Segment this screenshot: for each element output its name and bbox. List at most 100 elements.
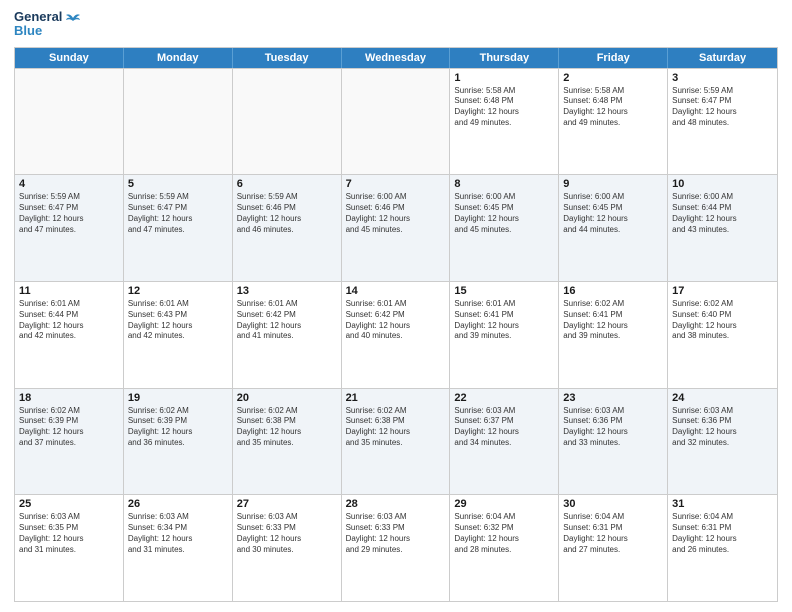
cell-info: Sunrise: 6:03 AM Sunset: 6:37 PM Dayligh… bbox=[454, 406, 554, 449]
day-number: 22 bbox=[454, 392, 554, 404]
cell-info: Sunrise: 6:00 AM Sunset: 6:45 PM Dayligh… bbox=[454, 192, 554, 235]
calendar-cell: 26 Sunrise: 6:03 AM Sunset: 6:34 PM Dayli… bbox=[124, 495, 233, 601]
cell-info: Sunrise: 5:59 AM Sunset: 6:47 PM Dayligh… bbox=[672, 86, 773, 129]
calendar-cell: 10 Sunrise: 6:00 AM Sunset: 6:44 PM Dayli… bbox=[668, 175, 777, 281]
page-header: General Blue bbox=[14, 10, 778, 39]
calendar-cell: 25 Sunrise: 6:03 AM Sunset: 6:35 PM Dayli… bbox=[15, 495, 124, 601]
calendar-cell: 9 Sunrise: 6:00 AM Sunset: 6:45 PM Daylig… bbox=[559, 175, 668, 281]
cell-info: Sunrise: 6:02 AM Sunset: 6:38 PM Dayligh… bbox=[346, 406, 446, 449]
calendar-row: 4 Sunrise: 5:59 AM Sunset: 6:47 PM Daylig… bbox=[15, 174, 777, 281]
day-number: 4 bbox=[19, 178, 119, 190]
calendar-cell: 28 Sunrise: 6:03 AM Sunset: 6:33 PM Dayli… bbox=[342, 495, 451, 601]
day-number: 30 bbox=[563, 498, 663, 510]
cell-info: Sunrise: 5:58 AM Sunset: 6:48 PM Dayligh… bbox=[454, 86, 554, 129]
day-number: 17 bbox=[672, 285, 773, 297]
calendar-cell: 30 Sunrise: 6:04 AM Sunset: 6:31 PM Dayli… bbox=[559, 495, 668, 601]
day-number: 29 bbox=[454, 498, 554, 510]
calendar-cell bbox=[342, 69, 451, 175]
logo-text: General Blue bbox=[14, 10, 80, 39]
calendar-cell: 18Sunrise: 6:02 AM Sunset: 6:39 PM Dayli… bbox=[15, 389, 124, 495]
weekday-header: Sunday bbox=[15, 48, 124, 68]
page-container: General Blue SundayMondayTuesdayWednesda… bbox=[0, 0, 792, 612]
calendar-cell: 14Sunrise: 6:01 AM Sunset: 6:42 PM Dayli… bbox=[342, 282, 451, 388]
cell-info: Sunrise: 6:01 AM Sunset: 6:42 PM Dayligh… bbox=[237, 299, 337, 342]
calendar-header: SundayMondayTuesdayWednesdayThursdayFrid… bbox=[15, 48, 777, 68]
weekday-header: Wednesday bbox=[342, 48, 451, 68]
day-number: 26 bbox=[128, 498, 228, 510]
calendar-cell: 5Sunrise: 5:59 AM Sunset: 6:47 PM Daylig… bbox=[124, 175, 233, 281]
calendar-cell: 3Sunrise: 5:59 AM Sunset: 6:47 PM Daylig… bbox=[668, 69, 777, 175]
day-number: 6 bbox=[237, 178, 337, 190]
cell-info: Sunrise: 6:03 AM Sunset: 6:34 PM Dayligh… bbox=[128, 512, 228, 555]
day-number: 9 bbox=[563, 178, 663, 190]
calendar-cell: 11 Sunrise: 6:01 AM Sunset: 6:44 PM Dayli… bbox=[15, 282, 124, 388]
day-number: 27 bbox=[237, 498, 337, 510]
day-number: 5 bbox=[128, 178, 228, 190]
calendar-cell: 22 Sunrise: 6:03 AM Sunset: 6:37 PM Dayli… bbox=[450, 389, 559, 495]
calendar-cell: 16Sunrise: 6:02 AM Sunset: 6:41 PM Dayli… bbox=[559, 282, 668, 388]
cell-info: Sunrise: 6:03 AM Sunset: 6:33 PM Dayligh… bbox=[346, 512, 446, 555]
cell-info: Sunrise: 6:03 AM Sunset: 6:36 PM Dayligh… bbox=[563, 406, 663, 449]
cell-info: Sunrise: 6:03 AM Sunset: 6:33 PM Dayligh… bbox=[237, 512, 337, 555]
cell-info: Sunrise: 5:59 AM Sunset: 6:47 PM Dayligh… bbox=[19, 192, 119, 235]
cell-info: Sunrise: 6:02 AM Sunset: 6:38 PM Dayligh… bbox=[237, 406, 337, 449]
calendar-cell: 27 Sunrise: 6:03 AM Sunset: 6:33 PM Dayli… bbox=[233, 495, 342, 601]
day-number: 2 bbox=[563, 72, 663, 84]
calendar-cell: 19 Sunrise: 6:02 AM Sunset: 6:39 PM Dayli… bbox=[124, 389, 233, 495]
calendar-row: 11 Sunrise: 6:01 AM Sunset: 6:44 PM Dayli… bbox=[15, 281, 777, 388]
logo-bird-icon bbox=[66, 13, 80, 23]
calendar-cell: 13Sunrise: 6:01 AM Sunset: 6:42 PM Dayli… bbox=[233, 282, 342, 388]
calendar-cell: 4 Sunrise: 5:59 AM Sunset: 6:47 PM Daylig… bbox=[15, 175, 124, 281]
cell-info: Sunrise: 5:59 AM Sunset: 6:46 PM Dayligh… bbox=[237, 192, 337, 235]
day-number: 10 bbox=[672, 178, 773, 190]
day-number: 25 bbox=[19, 498, 119, 510]
calendar-cell: 31 Sunrise: 6:04 AM Sunset: 6:31 PM Dayli… bbox=[668, 495, 777, 601]
day-number: 24 bbox=[672, 392, 773, 404]
day-number: 28 bbox=[346, 498, 446, 510]
day-number: 15 bbox=[454, 285, 554, 297]
day-number: 1 bbox=[454, 72, 554, 84]
calendar-row: 18 Sunrise: 6:02 AM Sunset: 6:39 PM Dayli… bbox=[15, 388, 777, 495]
cell-info: Sunrise: 6:03 AM Sunset: 6:35 PM Dayligh… bbox=[19, 512, 119, 555]
day-number: 31 bbox=[672, 498, 773, 510]
day-number: 18 bbox=[19, 392, 119, 404]
cell-info: Sunrise: 6:04 AM Sunset: 6:32 PM Dayligh… bbox=[454, 512, 554, 555]
cell-info: Sunrise: 6:03 AM Sunset: 6:36 PM Dayligh… bbox=[672, 406, 773, 449]
calendar-cell: 15 Sunrise: 6:01 AM Sunset: 6:41 PM Dayli… bbox=[450, 282, 559, 388]
cell-info: Sunrise: 6:04 AM Sunset: 6:31 PM Dayligh… bbox=[672, 512, 773, 555]
calendar-row: 25 Sunrise: 6:03 AM Sunset: 6:35 PM Dayli… bbox=[15, 494, 777, 601]
calendar-cell: 12Sunrise: 6:01 AM Sunset: 6:43 PM Dayli… bbox=[124, 282, 233, 388]
calendar-cell: 21 Sunrise: 6:02 AM Sunset: 6:38 PM Dayli… bbox=[342, 389, 451, 495]
cell-info: Sunrise: 6:02 AM Sunset: 6:41 PM Dayligh… bbox=[563, 299, 663, 342]
calendar-cell: 6 Sunrise: 5:59 AM Sunset: 6:46 PM Daylig… bbox=[233, 175, 342, 281]
cell-info: Sunrise: 6:01 AM Sunset: 6:42 PM Dayligh… bbox=[346, 299, 446, 342]
calendar-cell: 17Sunrise: 6:02 AM Sunset: 6:40 PM Dayli… bbox=[668, 282, 777, 388]
weekday-header: Saturday bbox=[668, 48, 777, 68]
weekday-header: Tuesday bbox=[233, 48, 342, 68]
calendar-cell bbox=[124, 69, 233, 175]
cell-info: Sunrise: 6:00 AM Sunset: 6:45 PM Dayligh… bbox=[563, 192, 663, 235]
weekday-header: Thursday bbox=[450, 48, 559, 68]
calendar-cell bbox=[233, 69, 342, 175]
calendar-row: 1 Sunrise: 5:58 AM Sunset: 6:48 PM Daylig… bbox=[15, 68, 777, 175]
calendar-cell: 1 Sunrise: 5:58 AM Sunset: 6:48 PM Daylig… bbox=[450, 69, 559, 175]
cell-info: Sunrise: 5:58 AM Sunset: 6:48 PM Dayligh… bbox=[563, 86, 663, 129]
day-number: 11 bbox=[19, 285, 119, 297]
cell-info: Sunrise: 6:00 AM Sunset: 6:44 PM Dayligh… bbox=[672, 192, 773, 235]
cell-info: Sunrise: 6:00 AM Sunset: 6:46 PM Dayligh… bbox=[346, 192, 446, 235]
cell-info: Sunrise: 6:02 AM Sunset: 6:39 PM Dayligh… bbox=[128, 406, 228, 449]
cell-info: Sunrise: 6:01 AM Sunset: 6:43 PM Dayligh… bbox=[128, 299, 228, 342]
cell-info: Sunrise: 6:01 AM Sunset: 6:44 PM Dayligh… bbox=[19, 299, 119, 342]
day-number: 21 bbox=[346, 392, 446, 404]
cell-info: Sunrise: 6:04 AM Sunset: 6:31 PM Dayligh… bbox=[563, 512, 663, 555]
calendar-cell: 24 Sunrise: 6:03 AM Sunset: 6:36 PM Dayli… bbox=[668, 389, 777, 495]
calendar-cell: 7 Sunrise: 6:00 AM Sunset: 6:46 PM Daylig… bbox=[342, 175, 451, 281]
day-number: 19 bbox=[128, 392, 228, 404]
calendar-body: 1 Sunrise: 5:58 AM Sunset: 6:48 PM Daylig… bbox=[15, 68, 777, 601]
day-number: 8 bbox=[454, 178, 554, 190]
weekday-header: Monday bbox=[124, 48, 233, 68]
calendar-cell: 29 Sunrise: 6:04 AM Sunset: 6:32 PM Dayli… bbox=[450, 495, 559, 601]
calendar: SundayMondayTuesdayWednesdayThursdayFrid… bbox=[14, 47, 778, 602]
cell-info: Sunrise: 6:01 AM Sunset: 6:41 PM Dayligh… bbox=[454, 299, 554, 342]
day-number: 7 bbox=[346, 178, 446, 190]
